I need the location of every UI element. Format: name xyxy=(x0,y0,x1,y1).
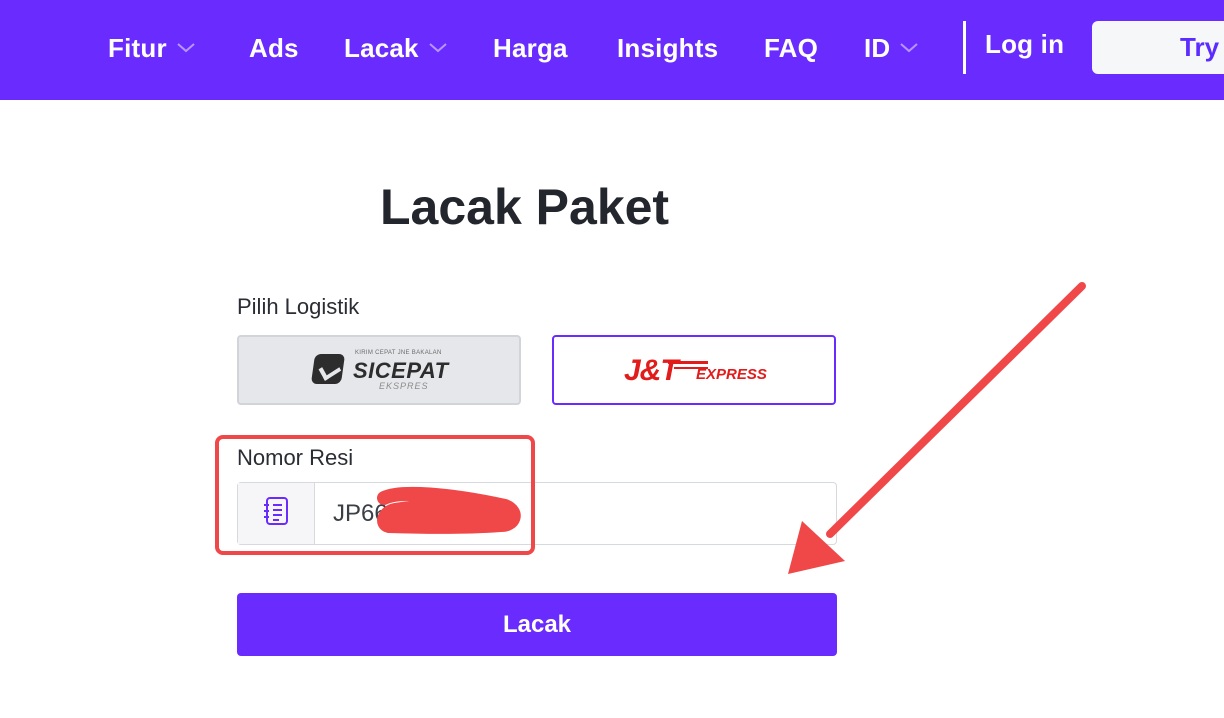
sicepat-logo-tagline: KIRIM CEPAT JNE BAKALAN xyxy=(355,350,442,356)
sicepat-mark-icon xyxy=(310,354,346,384)
nav-divider xyxy=(963,21,966,74)
nav-item-label: Fitur xyxy=(108,32,167,63)
chevron-down-icon xyxy=(900,43,919,53)
login-link[interactable]: Log in xyxy=(985,24,1064,64)
nav-item-faq[interactable]: FAQ xyxy=(764,28,818,68)
sicepat-logo-sub: EKSPRES xyxy=(379,381,429,391)
nav-item-label: Harga xyxy=(493,32,568,63)
nav-item-label: Insights xyxy=(617,32,719,63)
nav-item-fitur[interactable]: Fitur xyxy=(108,28,195,68)
sicepat-logo: KIRIM CEPAT JNE BAKALAN SICEPAT EKSPRES xyxy=(310,350,448,391)
nav-item-label: Lacak xyxy=(344,32,419,63)
jnt-logo: J&T EXPRESS xyxy=(624,352,767,388)
nav-item-label: Ads xyxy=(249,32,299,63)
nav-item-insights[interactable]: Insights xyxy=(617,28,718,68)
logistics-label: Pilih Logistik xyxy=(237,294,360,319)
jnt-logo-text: J&T xyxy=(624,354,679,387)
jnt-logo-sub: EXPRESS xyxy=(696,366,767,383)
annotation-highlight-box xyxy=(215,435,535,555)
login-label: Log in xyxy=(985,28,1065,59)
lacak-button-label: Lacak xyxy=(502,610,572,638)
nav-item-ads[interactable]: Ads xyxy=(249,28,299,68)
nav-item-lacak[interactable]: Lacak xyxy=(344,28,447,68)
chevron-down-icon xyxy=(177,43,195,53)
nav-item-language[interactable]: ID xyxy=(864,28,919,68)
try-button[interactable]: Try xyxy=(1092,21,1224,74)
chevron-down-icon xyxy=(429,43,447,53)
top-nav-bar: Fitur Ads Lacak Harga Insights FAQ ID Lo… xyxy=(0,0,1224,100)
try-label: Try xyxy=(1180,32,1220,62)
logistic-option-sicepat[interactable]: KIRIM CEPAT JNE BAKALAN SICEPAT EKSPRES xyxy=(237,335,521,405)
nav-item-label: FAQ xyxy=(764,32,819,63)
logistic-option-jnt[interactable]: J&T EXPRESS xyxy=(552,335,836,405)
lacak-button[interactable]: Lacak xyxy=(237,593,837,656)
nav-item-harga[interactable]: Harga xyxy=(493,28,568,68)
page-title: Lacak Paket xyxy=(380,179,670,235)
nav-item-label: ID xyxy=(864,32,891,63)
